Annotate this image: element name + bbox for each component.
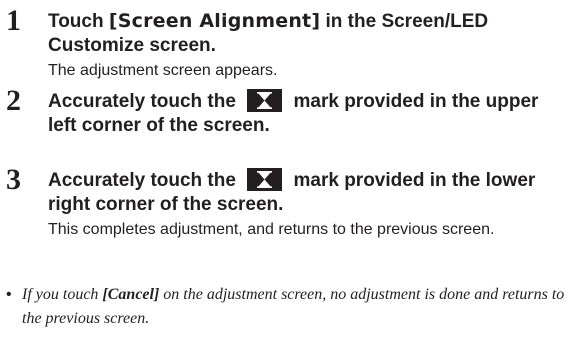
alignment-mark-icon <box>247 89 283 112</box>
step-title-prefix: Touch <box>48 11 109 32</box>
screen-alignment-key: [Screen Alignment] <box>108 10 321 32</box>
bullet: • <box>6 286 12 303</box>
step-number: 3 <box>6 163 21 196</box>
step-title: Accurately touch the mark provided in th… <box>48 89 570 138</box>
step-description: This completes adjustment, and returns t… <box>48 221 495 238</box>
step-number: 1 <box>6 4 21 37</box>
alignment-mark-icon <box>247 168 283 191</box>
step-number: 2 <box>6 84 21 117</box>
step-title-prefix: Accurately touch the <box>48 91 242 112</box>
step-title-prefix: Accurately touch the <box>48 170 242 191</box>
step-title: Accurately touch the mark provided in th… <box>48 168 570 217</box>
note-text: If you touch [Cancel] on the adjustment … <box>6 283 571 331</box>
note-prefix: If you touch <box>22 286 103 303</box>
note: • If you touch [Cancel] on the adjustmen… <box>6 283 571 331</box>
step-title: Touch [Screen Alignment] in the Screen/L… <box>48 9 570 58</box>
step-description: The adjustment screen appears. <box>48 62 278 79</box>
cancel-key: [Cancel] <box>102 286 160 303</box>
